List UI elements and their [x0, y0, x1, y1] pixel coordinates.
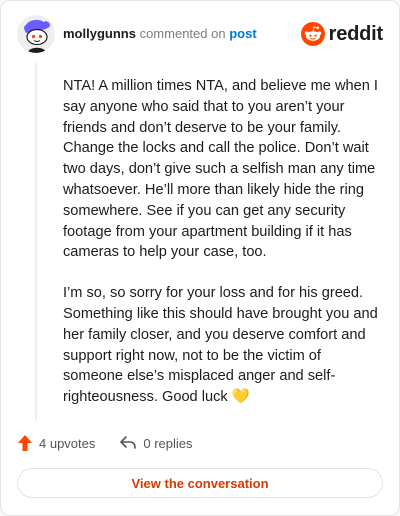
reply-arrow-icon	[120, 436, 137, 449]
commented-on-text: commented on	[139, 26, 226, 41]
view-conversation-button[interactable]: View the conversation	[17, 468, 383, 498]
post-link[interactable]: post	[229, 26, 256, 41]
comment-body: NTA! A million times NTA, and believe me…	[63, 76, 383, 428]
reply-button[interactable]: 0 replies	[119, 435, 193, 451]
upvote-button[interactable]: 4 upvotes	[17, 434, 95, 452]
upvote-count: 4 upvotes	[39, 435, 96, 451]
thread-line	[35, 63, 37, 421]
comment-meta: mollygunns commented on post	[63, 26, 257, 42]
reddit-logo-icon	[300, 22, 325, 46]
username-link[interactable]: mollygunns	[63, 26, 136, 41]
comment-paragraph: I’m so, so sorry for your loss and for h…	[63, 285, 378, 406]
user-avatar-icon[interactable]	[17, 15, 55, 53]
reply-count: 0 replies	[143, 435, 193, 451]
comment-actions: 4 upvotes 0 replies	[17, 432, 193, 454]
comment-paragraph: NTA! A million times NTA, and believe me…	[63, 78, 378, 261]
comment-embed-card: mollygunns commented on post reddit NTA!…	[0, 0, 400, 516]
comment-header: mollygunns commented on post reddit	[17, 15, 383, 53]
reddit-wordmark: reddit	[328, 22, 384, 45]
upvote-arrow-icon	[18, 435, 32, 451]
reddit-logo[interactable]: reddit	[300, 21, 384, 47]
